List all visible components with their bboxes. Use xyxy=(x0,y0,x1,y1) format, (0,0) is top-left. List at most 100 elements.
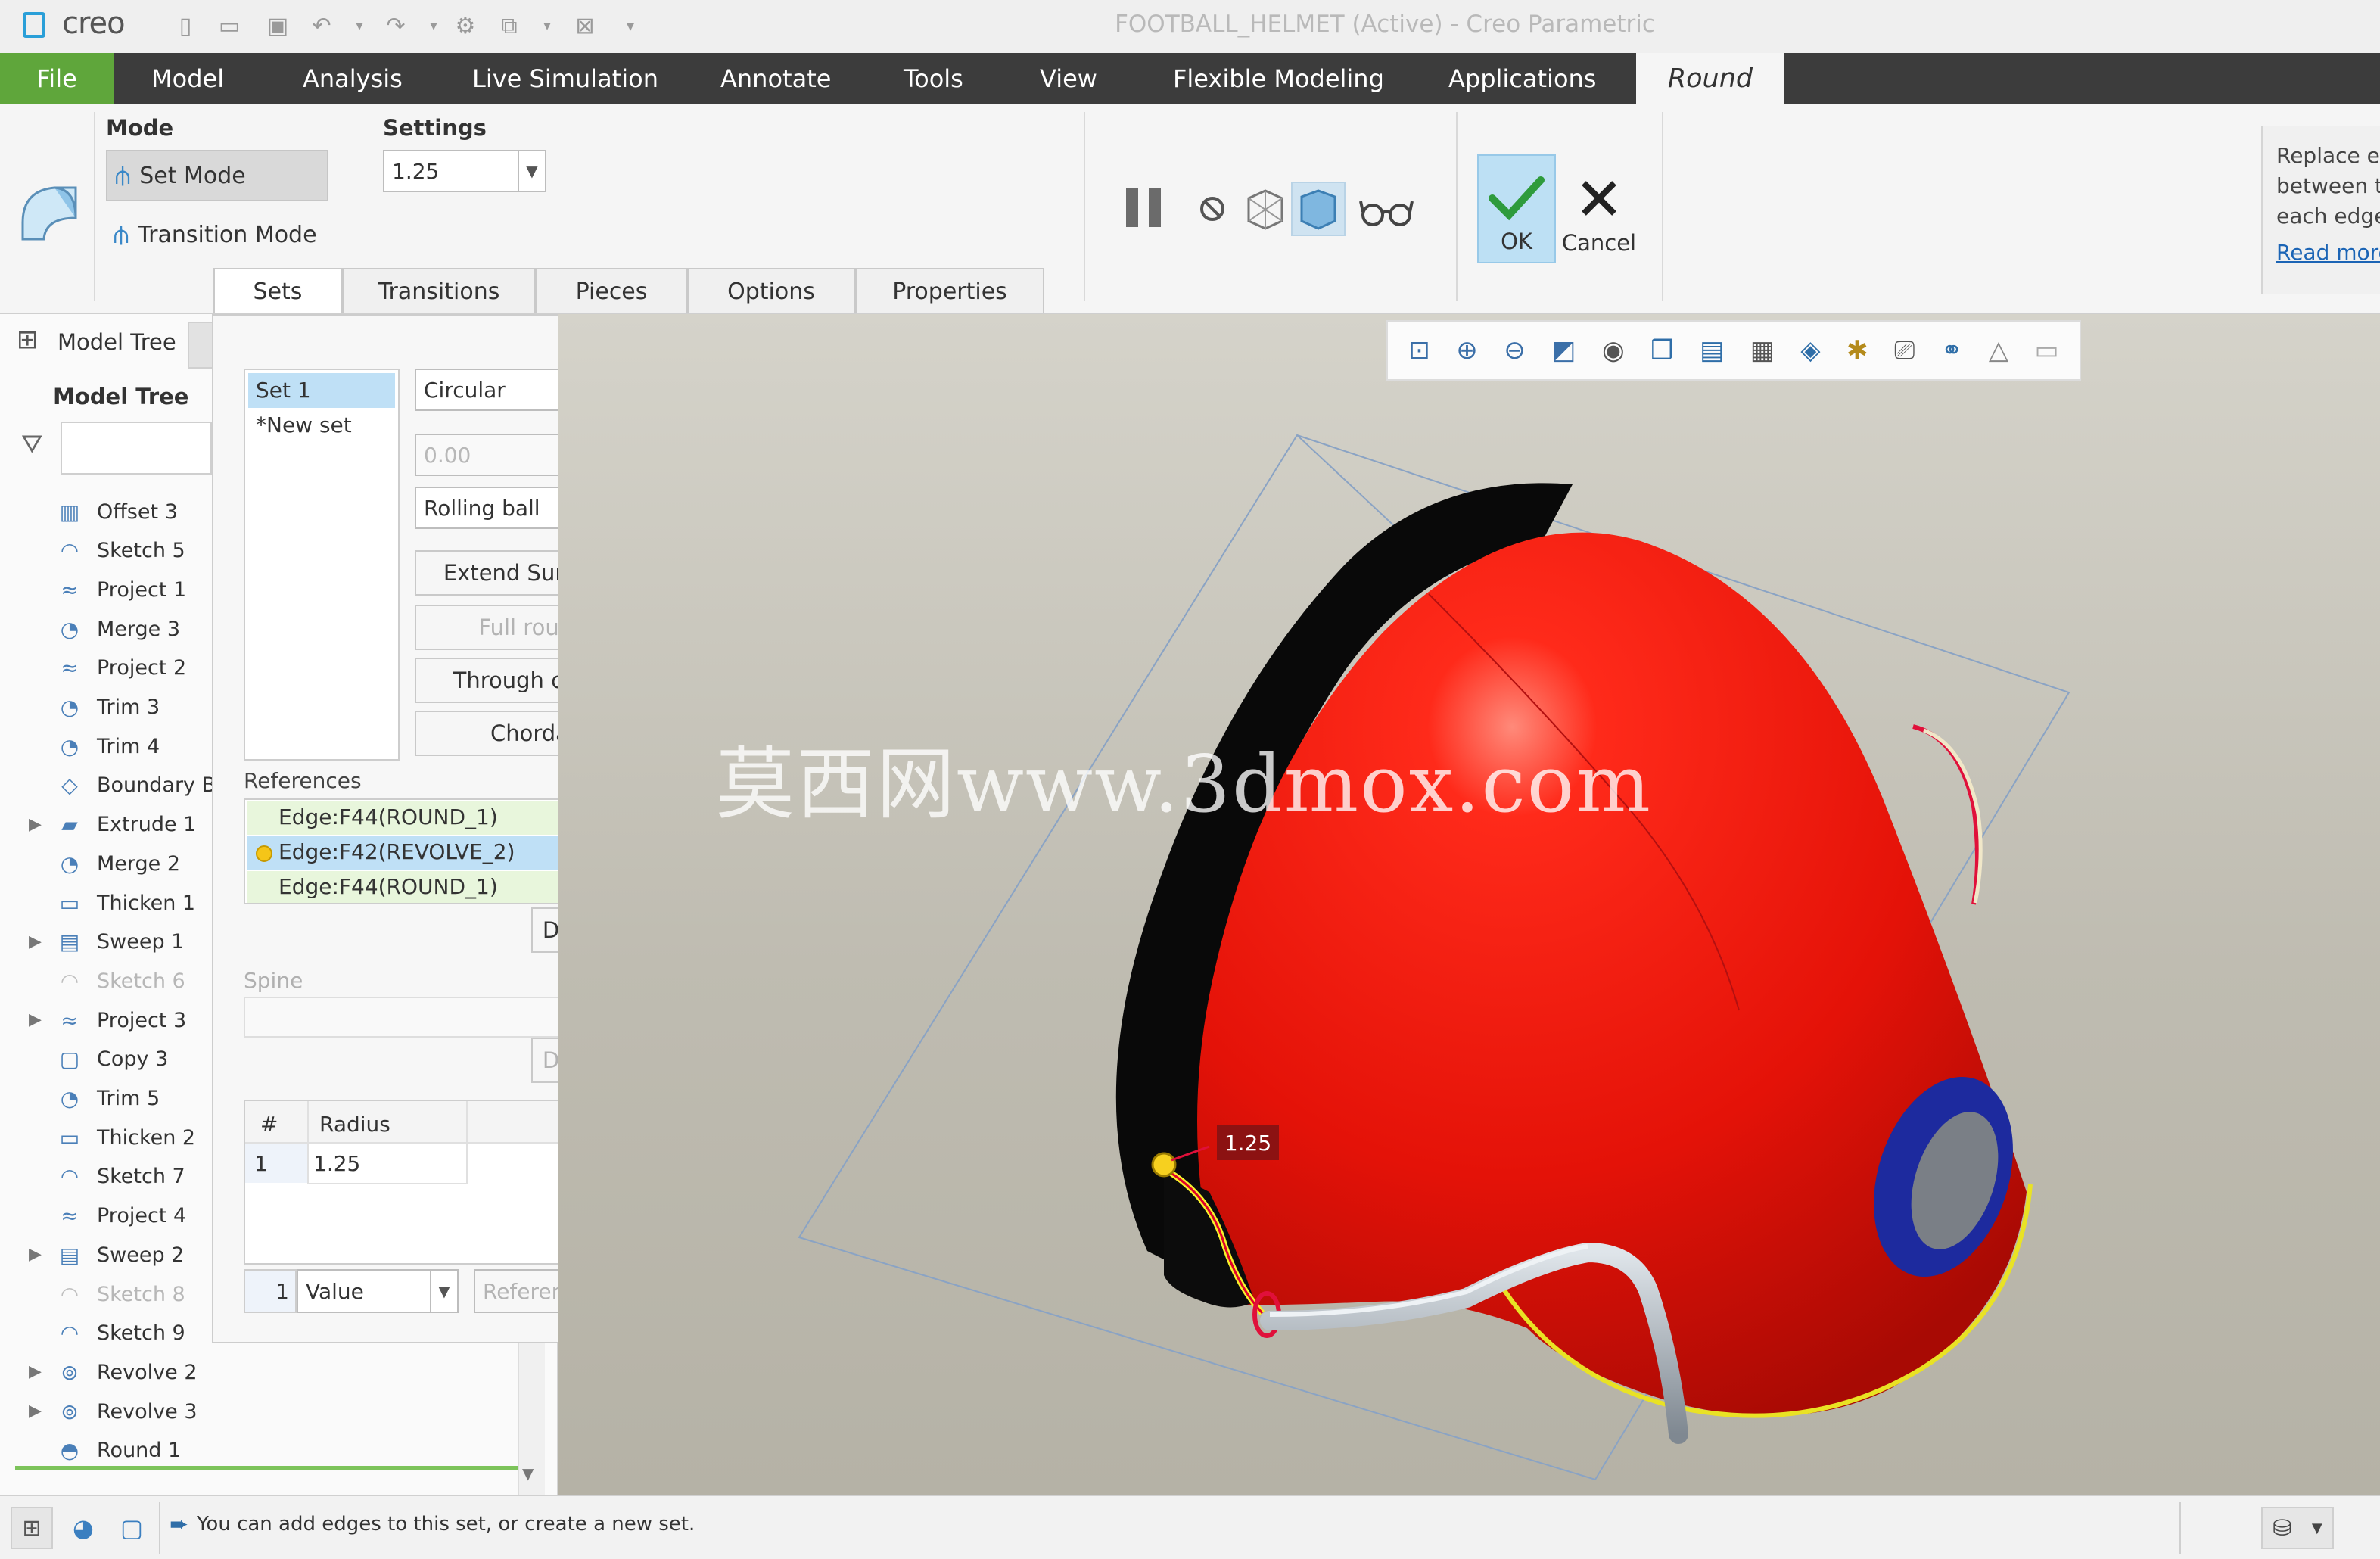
tree-item[interactable]: ▤ Sweep 1 xyxy=(53,923,185,961)
browser-toggle-icon[interactable]: ◕ xyxy=(62,1507,104,1549)
tree-item[interactable]: ▰ Extrude 1 xyxy=(53,806,196,844)
set-item-selected[interactable]: Set 1 xyxy=(248,373,395,408)
read-more-link[interactable]: Read more xyxy=(2276,238,2380,268)
tab-live-simulation[interactable]: Live Simulation xyxy=(472,53,658,104)
tree-item[interactable]: ◠ Sketch 8 xyxy=(53,1275,185,1313)
tree-item[interactable]: ◔ Trim 4 xyxy=(53,727,160,765)
radius-combo[interactable]: 1.25 ▼ xyxy=(383,150,546,192)
tree-toggle-icon[interactable]: ⊞ xyxy=(11,1507,53,1549)
regenerate-icon[interactable]: ⚙ xyxy=(453,13,478,39)
verify-mode-icon[interactable] xyxy=(1291,182,1346,236)
preview-mesh-icon[interactable] xyxy=(1244,188,1286,230)
windows-icon[interactable]: ⧉ xyxy=(496,13,522,39)
saved-orientations-icon[interactable]: ❒ xyxy=(1650,335,1673,366)
section-icon[interactable]: ◈ xyxy=(1800,335,1820,366)
scroll-down-icon[interactable]: ▼ xyxy=(522,1464,534,1483)
csys-display-icon[interactable]: △ xyxy=(1989,335,2008,366)
transition-mode-button[interactable]: ⫛ Transition Mode xyxy=(114,213,317,256)
tree-item[interactable]: ◠ Sketch 9 xyxy=(53,1315,185,1352)
tree-item[interactable]: ⊚ Revolve 2 xyxy=(53,1353,197,1391)
tree-item[interactable]: ≈ Project 2 xyxy=(53,649,186,687)
value-type-combo[interactable]: Value ▼ xyxy=(297,1269,459,1313)
tree-item[interactable]: ◠ Sketch 7 xyxy=(53,1158,185,1196)
render-icon[interactable]: ▭ xyxy=(2035,335,2059,366)
tab-transitions[interactable]: Transitions xyxy=(342,268,536,313)
repaint-icon[interactable]: ◩ xyxy=(1551,335,1576,366)
helmet-model[interactable] xyxy=(558,314,2380,1495)
new-set-item[interactable]: *New set xyxy=(248,409,352,437)
datum-display-icon[interactable]: ✱ xyxy=(1846,335,1868,366)
find-button[interactable]: ⛁ ▼ xyxy=(2261,1507,2334,1549)
tree-item[interactable]: ▢ Copy 3 xyxy=(53,1041,168,1078)
chevron-down-icon[interactable]: ▼ xyxy=(2312,1520,2322,1536)
folder-browser-tab[interactable] xyxy=(188,322,213,369)
set-list[interactable]: Set 1 *New set xyxy=(244,369,400,761)
tree-item[interactable]: ◠ Sketch 6 xyxy=(53,962,185,1000)
view-manager-icon[interactable]: ▤ xyxy=(1700,335,1724,366)
tab-options[interactable]: Options xyxy=(687,268,855,313)
expand-arrow-icon[interactable]: ▶ xyxy=(29,1362,42,1381)
tree-item[interactable]: ▤ Sweep 2 xyxy=(53,1236,185,1274)
tab-file[interactable]: File xyxy=(0,53,114,104)
table-row-radius[interactable]: 1.25 xyxy=(313,1151,360,1176)
expand-arrow-icon[interactable]: ▶ xyxy=(29,1010,42,1029)
drag-handle-icon[interactable] xyxy=(1151,1152,1177,1178)
redo-icon[interactable]: ↷ xyxy=(383,13,409,39)
undo-dropdown-icon[interactable]: ▾ xyxy=(347,14,372,38)
tree-item[interactable]: ◔ Trim 3 xyxy=(53,689,160,727)
expand-arrow-icon[interactable]: ▶ xyxy=(29,932,42,951)
glasses-preview-icon[interactable] xyxy=(1359,195,1414,229)
tab-analysis[interactable]: Analysis xyxy=(303,53,403,104)
no-preview-icon[interactable] xyxy=(1197,194,1227,224)
tree-item[interactable]: ◇ Boundary Ble xyxy=(53,767,234,804)
tab-sets[interactable]: Sets xyxy=(213,268,342,313)
bottom-index-field[interactable]: 1 xyxy=(244,1269,297,1313)
zoom-out-icon[interactable]: ⊖ xyxy=(1504,335,1526,366)
graphics-viewport[interactable]: 1.25 莫西网www.3dmox.com ⊡ ⊕ ⊖ ◩ ◉ ❒ ▤ ▦ ◈ … xyxy=(558,314,2380,1495)
open-file-icon[interactable]: ▭ xyxy=(216,13,242,39)
tab-properties[interactable]: Properties xyxy=(855,268,1044,313)
ok-button[interactable]: OK xyxy=(1477,154,1556,263)
spin-center-icon[interactable]: ⚭ xyxy=(1941,335,1963,366)
tree-item[interactable]: ≈ Project 3 xyxy=(53,1001,186,1039)
undo-icon[interactable]: ↶ xyxy=(309,13,334,39)
tab-view[interactable]: View xyxy=(1040,53,1097,104)
chevron-down-icon[interactable]: ▼ xyxy=(430,1271,457,1312)
expand-arrow-icon[interactable]: ▶ xyxy=(29,815,42,834)
tab-round[interactable]: Round xyxy=(1636,53,1784,104)
display-style-icon[interactable]: ◉ xyxy=(1602,335,1625,366)
tree-item[interactable]: ≈ Project 4 xyxy=(53,1197,186,1235)
tree-item[interactable]: ▥ Offset 3 xyxy=(53,493,178,531)
tree-item[interactable]: ◠ Sketch 5 xyxy=(53,532,185,570)
save-icon[interactable]: ▣ xyxy=(265,13,291,39)
chevron-down-icon[interactable]: ▼ xyxy=(518,151,545,191)
tab-applications[interactable]: Applications xyxy=(1448,53,1596,104)
radius-dimension-label[interactable]: 1.25 xyxy=(1217,1125,1279,1160)
cancel-button[interactable]: Cancel xyxy=(1557,154,1641,263)
tab-model[interactable]: Model xyxy=(151,53,224,104)
tab-annotate[interactable]: Annotate xyxy=(720,53,831,104)
tab-pieces[interactable]: Pieces xyxy=(536,268,687,313)
tree-item[interactable]: ◔ Merge 2 xyxy=(53,845,180,882)
close-window-icon[interactable]: ⊠ xyxy=(572,13,598,39)
fullscreen-icon[interactable]: ▢ xyxy=(110,1507,153,1549)
model-tree-tab[interactable]: Model Tree xyxy=(58,329,176,355)
tree-item[interactable]: ◔ Merge 3 xyxy=(53,610,180,648)
refit-icon[interactable]: ⊡ xyxy=(1408,335,1430,366)
redo-dropdown-icon[interactable]: ▾ xyxy=(421,14,446,38)
tree-item[interactable]: ▭ Thicken 2 xyxy=(53,1119,195,1156)
tree-item[interactable]: ◔ Trim 5 xyxy=(53,1080,160,1118)
tab-flexible-modeling[interactable]: Flexible Modeling xyxy=(1173,53,1384,104)
set-mode-button[interactable]: ⫛ Set Mode xyxy=(106,150,328,201)
tree-item[interactable]: ▭ Thicken 1 xyxy=(53,884,195,922)
annotation-display-icon[interactable]: ⎚ xyxy=(1894,335,1915,366)
tree-item[interactable]: ≈ Project 1 xyxy=(53,571,186,608)
tree-item[interactable]: ⊚ Revolve 3 xyxy=(53,1393,197,1430)
filter-icon[interactable]: ⛛ xyxy=(21,429,43,459)
customize-toolbar-icon[interactable]: ▾ xyxy=(618,14,643,38)
expand-arrow-icon[interactable]: ▶ xyxy=(29,1245,42,1264)
expand-arrow-icon[interactable]: ▶ xyxy=(29,1402,42,1421)
windows-dropdown-icon[interactable]: ▾ xyxy=(534,14,560,38)
tree-item[interactable]: ◓ Round 1 xyxy=(53,1432,181,1470)
new-file-icon[interactable]: ▯ xyxy=(173,13,198,39)
